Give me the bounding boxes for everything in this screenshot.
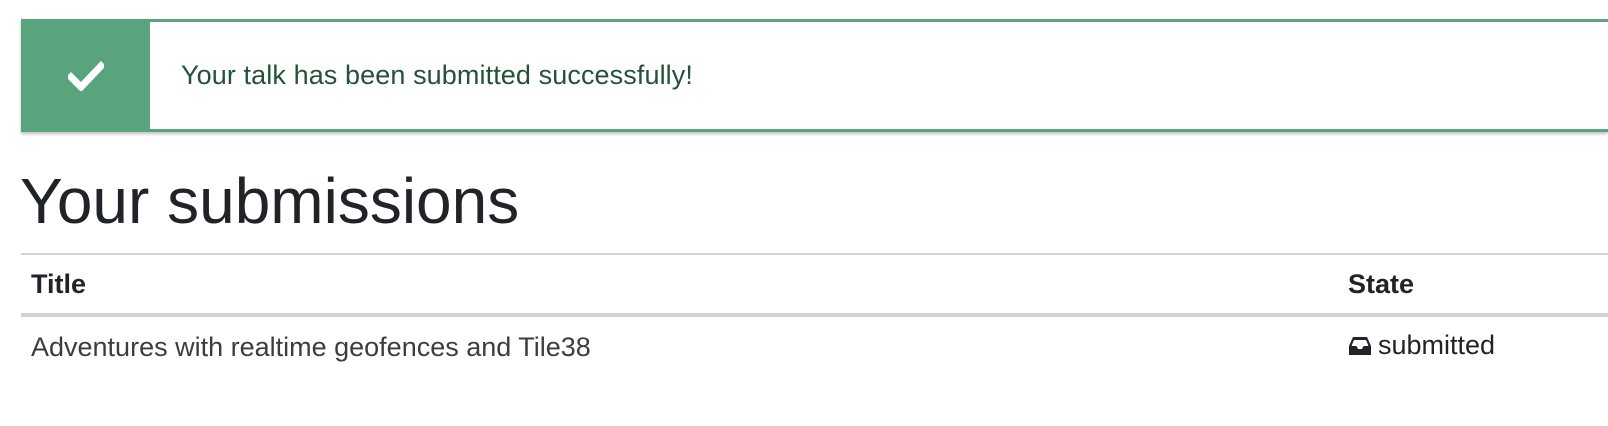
submissions-page: Your talk has been submitted successfull… (0, 0, 1608, 426)
success-alert: Your talk has been submitted successfull… (21, 19, 1608, 132)
submission-title[interactable]: Adventures with realtime geofences and T… (21, 315, 1338, 377)
submissions-table: Title State Adventures with realtime geo… (21, 253, 1608, 377)
submission-state-cell: submitted (1338, 315, 1608, 377)
table-row[interactable]: Adventures with realtime geofences and T… (21, 315, 1608, 377)
alert-message: Your talk has been submitted successfull… (181, 60, 693, 90)
inbox-icon (1348, 335, 1372, 357)
submission-state-label: submitted (1378, 330, 1496, 361)
table-header-row: Title State (21, 254, 1608, 315)
alert-icon-box (21, 22, 150, 129)
column-header-title[interactable]: Title (21, 254, 1338, 315)
column-header-state[interactable]: State (1338, 254, 1608, 315)
page-title: Your submissions (20, 165, 520, 237)
checkmark-icon (67, 60, 104, 91)
